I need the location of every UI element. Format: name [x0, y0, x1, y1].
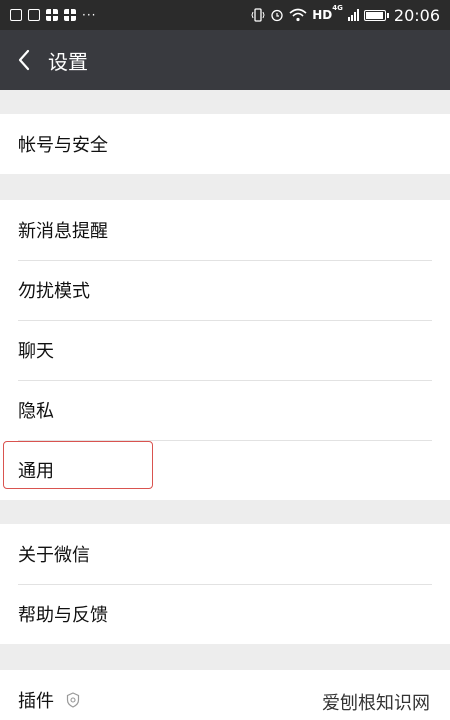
back-button[interactable]	[0, 30, 48, 90]
plugin-icon	[66, 692, 80, 708]
settings-item-about-wechat[interactable]: 关于微信	[0, 524, 450, 584]
message-icon	[10, 9, 22, 21]
clock: 20:06	[393, 5, 440, 25]
watermark-text: 爱刨根知识网	[322, 693, 430, 714]
battery-fill	[365, 11, 383, 19]
settings-item-label: 通用	[18, 461, 54, 482]
settings-item-label: 聊天	[18, 341, 54, 362]
settings-item-label: 帐号与安全	[18, 135, 108, 156]
settings-item-label: 勿扰模式	[18, 281, 90, 302]
more-notifications-icon: ···	[82, 8, 97, 22]
settings-item-label: 关于微信	[18, 545, 90, 566]
settings-item-label: 隐私	[18, 401, 54, 422]
alarm-icon	[271, 9, 283, 22]
app-icon	[64, 9, 76, 21]
network-type: 4G	[332, 4, 343, 12]
image-icon	[28, 9, 40, 21]
battery-icon	[363, 9, 389, 21]
notification-icons: ···	[10, 9, 96, 21]
settings-group-general: 新消息提醒 勿扰模式 聊天 隐私 通用	[0, 200, 450, 500]
hd-text: HD	[312, 8, 333, 22]
hd-label: HD4G	[312, 4, 343, 22]
settings-item-label: 新消息提醒	[18, 221, 108, 242]
system-icons: HD4G 20:06	[251, 4, 440, 25]
settings-item-general[interactable]: 通用	[0, 440, 450, 500]
settings-item-do-not-disturb[interactable]: 勿扰模式	[0, 260, 450, 320]
signal-icon	[347, 9, 359, 21]
settings-group-account: 帐号与安全	[0, 114, 450, 174]
settings-item-help-feedback[interactable]: 帮助与反馈	[0, 584, 450, 644]
chevron-left-icon	[18, 49, 30, 71]
settings-item-label: 帮助与反馈	[18, 605, 108, 626]
settings-item-label: 插件	[18, 691, 54, 712]
settings-item-chat[interactable]: 聊天	[0, 320, 450, 380]
settings-group-about: 关于微信 帮助与反馈	[0, 524, 450, 644]
settings-item-privacy[interactable]: 隐私	[0, 380, 450, 440]
settings-item-account-security[interactable]: 帐号与安全	[0, 114, 450, 174]
app-icon	[46, 9, 58, 21]
vibrate-icon	[251, 8, 265, 22]
page-title: 设置	[48, 49, 88, 74]
status-bar: ··· HD4G 20:06	[0, 0, 450, 30]
wifi-icon	[289, 8, 307, 22]
settings-item-notifications[interactable]: 新消息提醒	[0, 200, 450, 260]
app-header: 设置	[0, 30, 450, 90]
